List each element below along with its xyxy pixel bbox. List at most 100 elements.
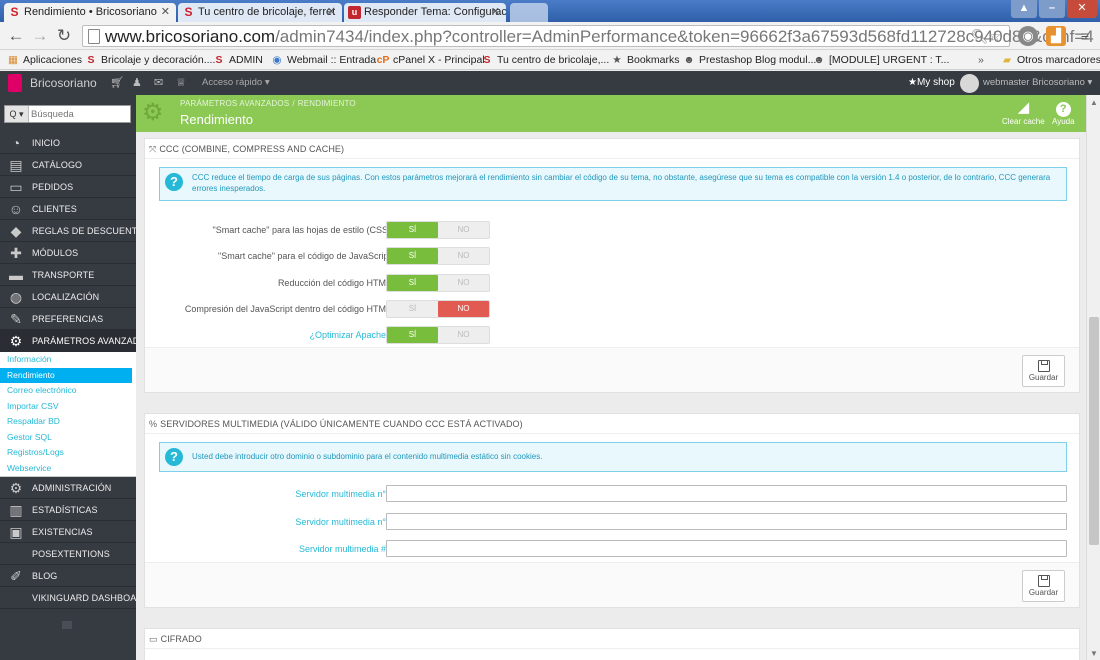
address-bar[interactable]: www.bricosoriano.com/admin7434/index.php… <box>82 25 1094 47</box>
js-compression-switch[interactable]: SÍ NO <box>386 300 490 318</box>
zoom-and-star-icon[interactable]: 🔍︎☆ <box>971 28 1001 45</box>
shop-name[interactable]: Bricosoriano <box>30 71 97 95</box>
media-server-2-input[interactable] <box>386 513 1067 530</box>
eraser-icon: ◢ <box>1017 99 1030 116</box>
prestashop-logo-icon[interactable] <box>8 74 22 92</box>
optimize-apache-switch[interactable]: SÍ NO <box>386 326 490 344</box>
switch-yes[interactable]: SÍ <box>387 327 438 343</box>
sidebar-item-localizacion[interactable]: ◍ LOCALIZACIÓN <box>0 286 136 308</box>
switch-yes[interactable]: SÍ <box>387 248 438 264</box>
help-button[interactable]: ? Ayuda <box>1052 99 1075 126</box>
breadcrumb-parametros-avanzados[interactable]: PARÁMETROS AVANZADOS <box>180 99 289 108</box>
sidebar-item-estadisticas[interactable]: ▥ ESTADÍSTICAS <box>0 499 136 521</box>
customer-icon[interactable]: ♟ <box>132 71 142 95</box>
switch-yes[interactable]: SÍ <box>387 275 438 291</box>
my-shop-link[interactable]: ★My shop <box>908 71 955 95</box>
browser-tab-rendimiento[interactable]: S Rendimiento • Bricosoriano ✕ <box>4 3 176 22</box>
bookmark-tu-centro[interactable]: S Tu centro de bricolaje,... <box>480 50 609 69</box>
sidebar-item-clientes[interactable]: ☺ CLIENTES <box>0 198 136 220</box>
submenu-item-rendimiento[interactable]: Rendimiento <box>0 367 132 383</box>
switch-no[interactable]: NO <box>438 222 489 238</box>
reload-icon[interactable]: ↻ <box>54 26 74 46</box>
forward-arrow-icon[interactable]: → <box>30 26 50 46</box>
bookmark-bookmarks[interactable]: ★ Bookmarks <box>610 50 679 69</box>
sidebar-item-administracion[interactable]: ⚙ ADMINISTRACIÓN <box>0 477 136 499</box>
bookmark-prestashop-blog[interactable]: ☻ Prestashop Blog modul... <box>682 50 816 69</box>
browser-tab-responder-tema[interactable]: u Responder Tema: Configurac ✕ <box>344 3 506 22</box>
submenu-item-registros[interactable]: Registros/Logs <box>0 445 136 461</box>
browser-tab-tu-centro[interactable]: S Tu centro de bricolaje, ferret ✕ <box>178 3 342 22</box>
bookmark-other[interactable]: ▰ Otros marcadores <box>1000 50 1100 69</box>
media-save-button[interactable]: Guardar <box>1022 570 1065 602</box>
submenu-item-correo[interactable]: Correo electrónico <box>0 383 136 399</box>
media-server-3-input[interactable] <box>386 540 1067 557</box>
submenu-item-gestor-sql[interactable]: Gestor SQL <box>0 430 136 446</box>
sidebar-item-catalogo[interactable]: ▤ CATÁLOGO <box>0 154 136 176</box>
switch-no[interactable]: NO <box>438 275 489 291</box>
menu-icon[interactable]: ≡ <box>1075 26 1095 46</box>
scroll-up-icon[interactable]: ▲ <box>1090 98 1098 107</box>
sidebar-item-modulos[interactable]: ✚ MÓDULOS <box>0 242 136 264</box>
minimize-icon[interactable]: – <box>1039 0 1065 18</box>
smart-cache-css-switch[interactable]: SÍ NO <box>386 221 490 239</box>
submenu-item-importar-csv[interactable]: Importar CSV <box>0 399 136 415</box>
field-label[interactable]: Servidor multimedia n°2 <box>295 513 391 531</box>
field-label[interactable]: Servidor multimedia n°1 <box>295 485 391 503</box>
back-arrow-icon[interactable]: ← <box>6 26 26 46</box>
sidebar-item-posextentions[interactable]: POSEXTENTIONS <box>0 543 136 565</box>
sidebar-item-parametros-avanzados[interactable]: ⚙ PARÁMETROS AVANZADOS <box>0 330 152 352</box>
clear-cache-button[interactable]: ◢ Clear cache <box>1002 99 1045 126</box>
bookmark-webmail[interactable]: ◉ Webmail :: Entrada <box>270 50 376 69</box>
switch-yes[interactable]: SÍ <box>387 301 438 317</box>
switch-yes[interactable]: SÍ <box>387 222 438 238</box>
sidebar-item-inicio[interactable]: ◔ INICIO <box>0 132 136 154</box>
html-reduction-switch[interactable]: SÍ NO <box>386 274 490 292</box>
user-icon[interactable]: ▲ <box>1011 0 1037 18</box>
avatar[interactable] <box>960 74 979 93</box>
scroll-down-icon[interactable]: ▼ <box>1090 649 1098 658</box>
collapse-sidebar-icon[interactable] <box>62 621 72 629</box>
extension-chart-icon[interactable]: ▟ <box>1046 26 1066 46</box>
extension-icon[interactable]: ◉ <box>1018 26 1038 46</box>
optimize-apache-help-link[interactable]: ¿Optimizar Apache? <box>309 326 391 344</box>
sidebar-item-vikinguard[interactable]: VIKINGUARD DASHBOARD <box>0 587 149 609</box>
sidebar-item-preferencias[interactable]: ✎ PREFERENCIAS <box>0 308 136 330</box>
sidebar-item-pedidos[interactable]: ▭ PEDIDOS <box>0 176 136 198</box>
bookmark-bricolaje[interactable]: S Bricolaje y decoración.... <box>84 50 215 69</box>
switch-no[interactable]: NO <box>438 248 489 264</box>
sidebar-item-existencias[interactable]: ▣ EXISTENCIAS <box>0 521 136 543</box>
search-scope-dropdown[interactable]: Q ▾ <box>5 106 29 122</box>
cart-icon[interactable]: 🛒︎ <box>110 71 124 95</box>
bookmark-apps[interactable]: ▦ Aplicaciones <box>6 50 82 69</box>
page-scrollbar[interactable]: ▲ ▼ <box>1086 95 1100 660</box>
ccc-save-button[interactable]: Guardar <box>1022 355 1065 387</box>
submenu-item-respaldar-bd[interactable]: Respaldar BD <box>0 414 136 430</box>
field-label[interactable]: Servidor multimedia #3 <box>299 540 391 558</box>
switch-no[interactable]: NO <box>438 301 489 317</box>
fullscreen-icon: ⤧ <box>149 144 157 154</box>
trophy-icon[interactable]: ♕ <box>176 71 186 95</box>
new-tab-button[interactable] <box>510 3 548 22</box>
search-input[interactable] <box>31 107 127 121</box>
smart-cache-js-switch[interactable]: SÍ NO <box>386 247 490 265</box>
close-tab-icon[interactable]: ✕ <box>327 3 336 22</box>
media-server-1-input[interactable] <box>386 485 1067 502</box>
submenu-item-informacion[interactable]: Información <box>0 352 136 368</box>
user-menu[interactable]: webmaster Bricosoriano ▾ <box>983 71 1092 95</box>
sidebar-item-reglas-descuentos[interactable]: ◆ REGLAS DE DESCUENTOS <box>0 220 150 242</box>
bookmarks-more-button[interactable]: » <box>978 50 984 69</box>
bookmark-admin[interactable]: S ADMIN <box>212 50 262 69</box>
message-icon[interactable]: ✉ <box>154 71 163 95</box>
bookmark-module-urgent[interactable]: ☻ [MODULE] URGENT : T... <box>812 50 949 69</box>
bookmark-cpanel[interactable]: cP cPanel X - Principal <box>376 50 485 69</box>
apps-grid-icon: ▦ <box>8 54 18 66</box>
close-tab-icon[interactable]: ✕ <box>161 3 170 22</box>
sidebar-item-blog[interactable]: ✐ BLOG <box>0 565 136 587</box>
sidebar-item-transporte[interactable]: ▬ TRANSPORTE <box>0 264 136 286</box>
submenu-item-webservice[interactable]: Webservice <box>0 461 136 477</box>
switch-no[interactable]: NO <box>438 327 489 343</box>
scrollbar-thumb[interactable] <box>1089 317 1099 545</box>
close-window-icon[interactable]: ✕ <box>1067 0 1097 18</box>
close-tab-icon[interactable]: ✕ <box>491 3 500 22</box>
quick-access-menu[interactable]: Acceso rápido ▾ <box>202 71 270 95</box>
